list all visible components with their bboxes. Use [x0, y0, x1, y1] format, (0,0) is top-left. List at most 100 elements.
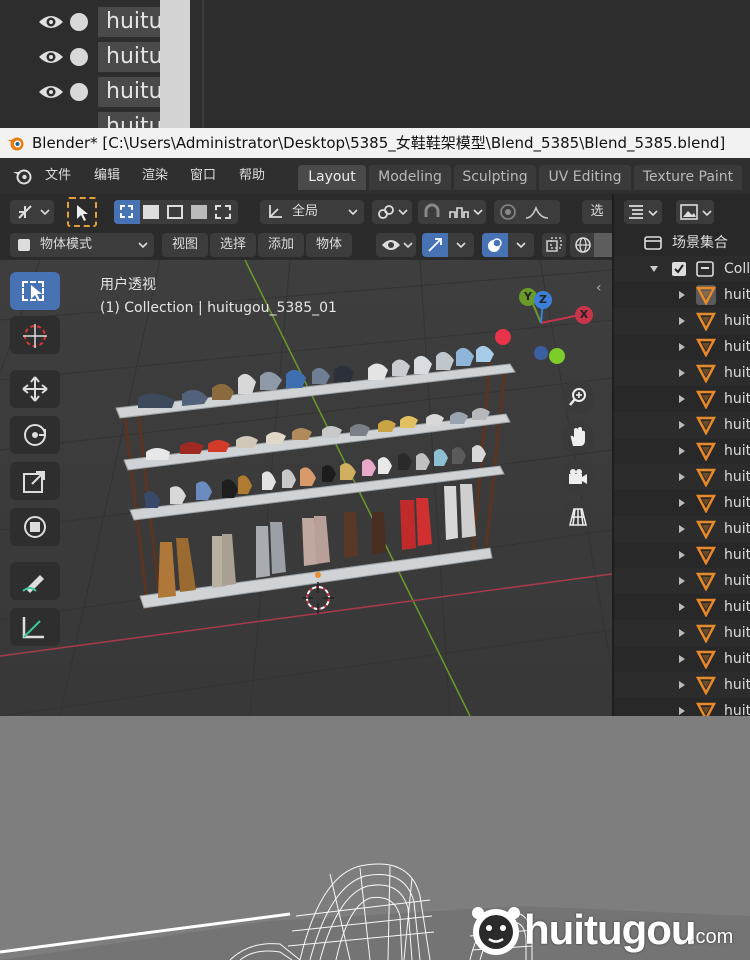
display-mode-dropdown[interactable] — [624, 200, 662, 224]
select-tool-button[interactable] — [10, 272, 60, 310]
outliner-item-name[interactable]: huitu — [98, 112, 160, 128]
gizmo-x-axis[interactable]: X — [575, 306, 593, 324]
select-subtract-button[interactable] — [167, 205, 183, 219]
outliner-item-name[interactable]: huitu — [98, 42, 160, 72]
scene-collection-row[interactable]: 场景集合 — [614, 230, 750, 256]
render-dot-icon[interactable] — [70, 48, 88, 66]
render-dot-icon[interactable] — [70, 13, 88, 31]
scrollbar[interactable] — [160, 0, 190, 128]
expand-arrow-icon[interactable] — [678, 368, 686, 378]
filter-dropdown[interactable] — [676, 200, 714, 224]
expand-arrow-icon[interactable] — [678, 628, 686, 638]
menu-window[interactable]: 窗口 — [190, 158, 216, 194]
cursor-tool-button[interactable] — [10, 316, 60, 354]
gizmo-z-axis[interactable]: Z — [534, 291, 552, 309]
gizmo-toggle-button[interactable] — [422, 233, 448, 257]
outliner-object-row[interactable]: huitu — [614, 568, 750, 594]
select-intersect-button[interactable] — [215, 205, 231, 219]
expand-arrow-icon[interactable] — [678, 680, 686, 690]
tab-modeling[interactable]: Modeling — [369, 165, 451, 190]
outliner-object-row[interactable]: huitu — [614, 334, 750, 360]
options-button[interactable]: 选 — [582, 200, 612, 224]
outliner-object-row[interactable]: huitu — [614, 464, 750, 490]
outliner-object-row[interactable]: huitu — [614, 412, 750, 438]
expand-arrow-icon[interactable] — [678, 472, 686, 482]
falloff-curve-icon[interactable] — [524, 204, 550, 220]
menu-view[interactable]: 视图 — [162, 233, 208, 257]
outliner-object-row[interactable]: huitu — [614, 672, 750, 698]
orientation-dropdown[interactable]: 全局 — [260, 200, 364, 224]
expand-arrow-icon[interactable] — [678, 290, 686, 300]
select-invert-button[interactable] — [191, 205, 207, 219]
outliner-object-row[interactable]: huitu — [614, 542, 750, 568]
transform-tool-button[interactable] — [10, 508, 60, 546]
expand-arrow-icon[interactable] — [649, 265, 659, 273]
measure-tool-button[interactable] — [10, 608, 60, 646]
scale-tool-button[interactable] — [10, 462, 60, 500]
menu-edit[interactable]: 编辑 — [94, 158, 120, 194]
move-tool-button[interactable] — [10, 370, 60, 408]
magnet-icon[interactable] — [422, 203, 442, 221]
mode-dropdown[interactable]: 物体模式 — [10, 233, 154, 257]
outliner-object-row[interactable]: huitu — [614, 620, 750, 646]
tab-uv-editing[interactable]: UV Editing — [539, 165, 631, 190]
tab-texture-paint[interactable]: Texture Paint — [634, 165, 742, 190]
wireframe-shading-icon[interactable] — [574, 236, 592, 254]
menu-file[interactable]: 文件 — [45, 158, 71, 194]
pan-button[interactable] — [561, 420, 595, 454]
menu-add[interactable]: 添加 — [258, 233, 304, 257]
outliner-row[interactable]: huitu — [0, 77, 160, 107]
menu-help[interactable]: 帮助 — [239, 158, 265, 194]
menu-object[interactable]: 物体 — [306, 233, 352, 257]
overlay-toggle-button[interactable] — [482, 233, 508, 257]
outliner-object-row[interactable]: huitu — [614, 308, 750, 334]
outliner-object-row[interactable]: huitu — [614, 438, 750, 464]
proportional-edit-icon[interactable] — [499, 203, 517, 221]
select-extend-button[interactable] — [143, 205, 159, 219]
tab-layout[interactable]: Layout — [298, 165, 366, 190]
expand-arrow-icon[interactable] — [678, 498, 686, 508]
annotate-tool-button[interactable] — [10, 562, 60, 600]
select-box-tool-button[interactable] — [67, 197, 97, 227]
outliner-object-row[interactable]: huitu — [614, 490, 750, 516]
outliner-object-row[interactable]: huitu — [614, 282, 750, 308]
visibility-dropdown[interactable] — [376, 233, 416, 257]
blender-menu-icon[interactable] — [12, 167, 34, 185]
expand-arrow-icon[interactable] — [678, 420, 686, 430]
expand-arrow-icon[interactable] — [678, 654, 686, 664]
expand-arrow-icon[interactable] — [678, 342, 686, 352]
expand-arrow-icon[interactable] — [678, 576, 686, 586]
collection-row[interactable]: Colle — [614, 256, 750, 282]
outliner-object-row[interactable]: huitu — [614, 646, 750, 672]
outliner-row[interactable]: huitu — [0, 112, 160, 128]
tab-sculpting[interactable]: Sculpting — [454, 165, 536, 190]
eye-icon[interactable] — [38, 48, 64, 66]
outliner-item-name[interactable]: huitu — [98, 7, 160, 37]
transform-affect-dropdown[interactable] — [10, 200, 54, 224]
expand-arrow-icon[interactable] — [678, 524, 686, 534]
expand-arrow-icon[interactable] — [678, 602, 686, 612]
outliner-object-row[interactable]: huitu — [614, 516, 750, 542]
outliner-row[interactable]: huitu — [0, 7, 160, 37]
outliner-object-row[interactable]: huitu — [614, 594, 750, 620]
expand-arrow-icon[interactable] — [678, 706, 686, 716]
outliner-row[interactable]: huitu — [0, 42, 160, 72]
solid-shading-button[interactable] — [594, 233, 612, 257]
perspective-toggle-button[interactable] — [561, 500, 595, 534]
expand-arrow-icon[interactable] — [678, 316, 686, 326]
rotate-tool-button[interactable] — [10, 416, 60, 454]
menu-render[interactable]: 渲染 — [142, 158, 168, 194]
checkbox-icon[interactable] — [672, 262, 686, 276]
outliner-item-name[interactable]: huitu — [98, 77, 160, 107]
3d-viewport[interactable]: X Y Z 用户透视 (1) Collection | huitugou_538… — [0, 260, 612, 716]
outliner-object-row[interactable]: huitu — [614, 698, 750, 716]
eye-icon[interactable] — [38, 13, 64, 31]
outliner-object-row[interactable]: huitu — [614, 360, 750, 386]
xray-toggle-button[interactable] — [542, 233, 566, 257]
pivot-point-dropdown[interactable] — [372, 200, 412, 224]
select-new-button[interactable] — [114, 200, 140, 224]
camera-view-button[interactable] — [561, 460, 595, 494]
expand-arrow-icon[interactable] — [678, 394, 686, 404]
snap-increment-icon[interactable] — [448, 204, 470, 220]
zoom-button[interactable] — [561, 380, 595, 414]
